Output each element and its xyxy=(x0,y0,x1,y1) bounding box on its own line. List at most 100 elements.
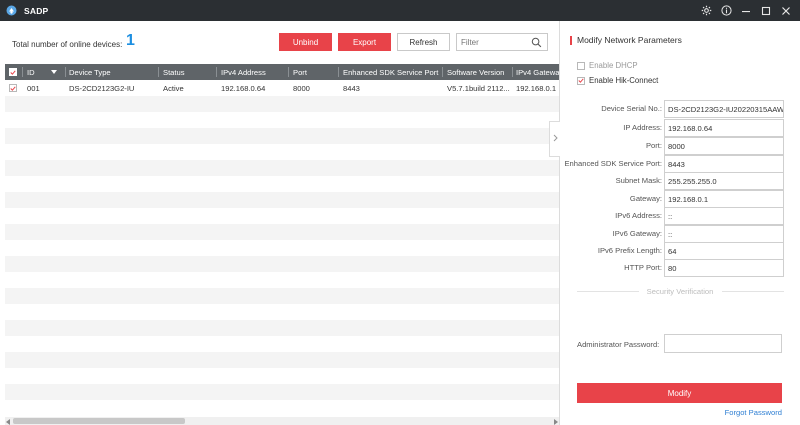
field-device-serial: Device Serial No.: DS-2CD2123G2-IU202203… xyxy=(560,100,800,118)
info-icon[interactable] xyxy=(716,0,736,21)
column-separator[interactable] xyxy=(158,67,159,77)
field-http-port: HTTP Port: 80 xyxy=(560,259,800,277)
column-header-status[interactable]: Status xyxy=(163,64,215,80)
scroll-left-icon[interactable] xyxy=(6,418,11,425)
column-header-port[interactable]: Port xyxy=(293,64,337,80)
column-header-software-version[interactable]: Software Version xyxy=(447,64,509,80)
ipv6-address-field[interactable]: :: xyxy=(664,207,784,225)
sdk-port-field[interactable]: 8443 xyxy=(664,155,784,173)
table-row[interactable]: 001 DS-2CD2123G2-IU Active 192.168.0.64 … xyxy=(5,80,559,96)
empty-row xyxy=(5,96,559,112)
field-gateway: Gateway: 192.168.0.1 xyxy=(560,190,800,208)
unbind-button[interactable]: Unbind xyxy=(279,33,332,51)
empty-row xyxy=(5,160,559,176)
column-header-ipv4-gateway[interactable]: IPv4 Gateway xyxy=(516,64,559,80)
close-icon[interactable] xyxy=(776,0,796,21)
ipv6-gateway-field[interactable]: :: xyxy=(664,225,784,243)
empty-row xyxy=(5,336,559,352)
field-ipv6-address: IPv6 Address: :: xyxy=(560,207,800,225)
cell-ipv4: 192.168.0.64 xyxy=(221,83,266,93)
gear-icon[interactable] xyxy=(696,0,716,21)
row-checkbox[interactable] xyxy=(9,84,17,92)
field-ip-address: IP Address: 192.168.0.64 xyxy=(560,119,800,137)
select-all-checkbox[interactable] xyxy=(9,68,17,76)
cell-port: 8000 xyxy=(293,83,310,93)
search-icon[interactable] xyxy=(531,37,542,50)
select-all-cell xyxy=(9,64,19,80)
column-header-id[interactable]: ID xyxy=(27,64,63,80)
admin-password-input[interactable] xyxy=(664,334,782,353)
cell-ipv4-gateway: 192.168.0.1 xyxy=(516,83,557,93)
device-table-body: 001 DS-2CD2123G2-IU Active 192.168.0.64 … xyxy=(5,80,559,400)
enable-dhcp-label: Enable DHCP xyxy=(589,61,638,70)
empty-row xyxy=(5,176,559,192)
column-separator[interactable] xyxy=(65,67,66,77)
device-toolbar: Total number of online devices: 1 Unbind… xyxy=(0,21,559,63)
total-devices-count: 1 xyxy=(126,32,135,49)
empty-row xyxy=(5,352,559,368)
empty-row xyxy=(5,128,559,144)
admin-password-label: Administrator Password: xyxy=(577,340,660,349)
cell-sdk-port: 8443 xyxy=(343,83,360,93)
field-ipv6-prefix-length: IPv6 Prefix Length: 64 xyxy=(560,242,800,260)
empty-row xyxy=(5,384,559,400)
divider-right xyxy=(722,291,784,292)
minimize-icon[interactable] xyxy=(736,0,756,21)
field-ipv6-gateway: IPv6 Gateway: :: xyxy=(560,225,800,243)
cell-device-type: DS-2CD2123G2-IU xyxy=(69,83,135,93)
modify-button[interactable]: Modify xyxy=(577,383,782,403)
column-separator[interactable] xyxy=(512,67,513,77)
empty-row xyxy=(5,192,559,208)
modify-network-panel: Modify Network Parameters Enable DHCP En… xyxy=(560,21,800,425)
title-accent-bar xyxy=(570,36,572,45)
field-port: Port: 8000 xyxy=(560,137,800,155)
title-bar: SADP xyxy=(0,0,800,21)
column-separator[interactable] xyxy=(22,67,23,77)
filter-input[interactable] xyxy=(457,34,527,50)
table-header: ID Device Type Status IPv4 Address Port … xyxy=(5,64,559,80)
empty-row xyxy=(5,304,559,320)
http-port-field[interactable]: 80 xyxy=(664,259,784,277)
field-subnet-mask: Subnet Mask: 255.255.255.0 xyxy=(560,172,800,190)
column-separator[interactable] xyxy=(338,67,339,77)
export-button[interactable]: Export xyxy=(338,33,391,51)
enable-hik-connect-label: Enable Hik-Connect xyxy=(589,76,659,85)
refresh-button[interactable]: Refresh xyxy=(397,33,450,51)
total-devices-label: Total number of online devices: xyxy=(12,40,123,49)
horizontal-scrollbar[interactable] xyxy=(5,417,559,425)
collapse-panel-button[interactable] xyxy=(549,121,560,157)
panel-title: Modify Network Parameters xyxy=(577,35,682,45)
enable-dhcp-checkbox[interactable] xyxy=(577,61,585,70)
scrollbar-thumb[interactable] xyxy=(13,418,185,424)
empty-row xyxy=(5,208,559,224)
column-header-ipv4[interactable]: IPv4 Address xyxy=(221,64,287,80)
empty-row xyxy=(5,320,559,336)
ipv6-prefix-length-field[interactable]: 64 xyxy=(664,242,784,260)
scroll-right-icon[interactable] xyxy=(553,418,558,425)
column-separator[interactable] xyxy=(288,67,289,77)
device-list-pane: Total number of online devices: 1 Unbind… xyxy=(0,21,559,425)
ip-address-field[interactable]: 192.168.0.64 xyxy=(664,119,784,137)
empty-row xyxy=(5,144,559,160)
app-title: SADP xyxy=(24,5,49,16)
maximize-icon[interactable] xyxy=(756,0,776,21)
column-header-device-type[interactable]: Device Type xyxy=(69,64,157,80)
forgot-password-link[interactable]: Forgot Password xyxy=(725,408,782,417)
column-separator[interactable] xyxy=(216,67,217,77)
empty-row xyxy=(5,272,559,288)
gateway-field[interactable]: 192.168.0.1 xyxy=(664,190,784,208)
subnet-mask-field[interactable]: 255.255.255.0 xyxy=(664,172,784,190)
column-header-sdk-port[interactable]: Enhanced SDK Service Port xyxy=(343,64,441,80)
chevron-right-icon xyxy=(553,134,558,144)
cell-status: Active xyxy=(163,83,184,93)
filter-box xyxy=(456,33,548,51)
enable-hik-connect-option[interactable]: Enable Hik-Connect xyxy=(577,76,658,85)
cell-software-version: V5.7.1build 2112... xyxy=(447,83,510,93)
field-sdk-port: Enhanced SDK Service Port: 8443 xyxy=(560,155,800,173)
port-field[interactable]: 8000 xyxy=(664,137,784,155)
device-serial-field: DS-2CD2123G2-IU20220315AAWR xyxy=(664,100,784,118)
enable-dhcp-option[interactable]: Enable DHCP xyxy=(577,61,638,70)
column-separator[interactable] xyxy=(442,67,443,77)
empty-row xyxy=(5,288,559,304)
enable-hik-connect-checkbox[interactable] xyxy=(577,76,585,85)
